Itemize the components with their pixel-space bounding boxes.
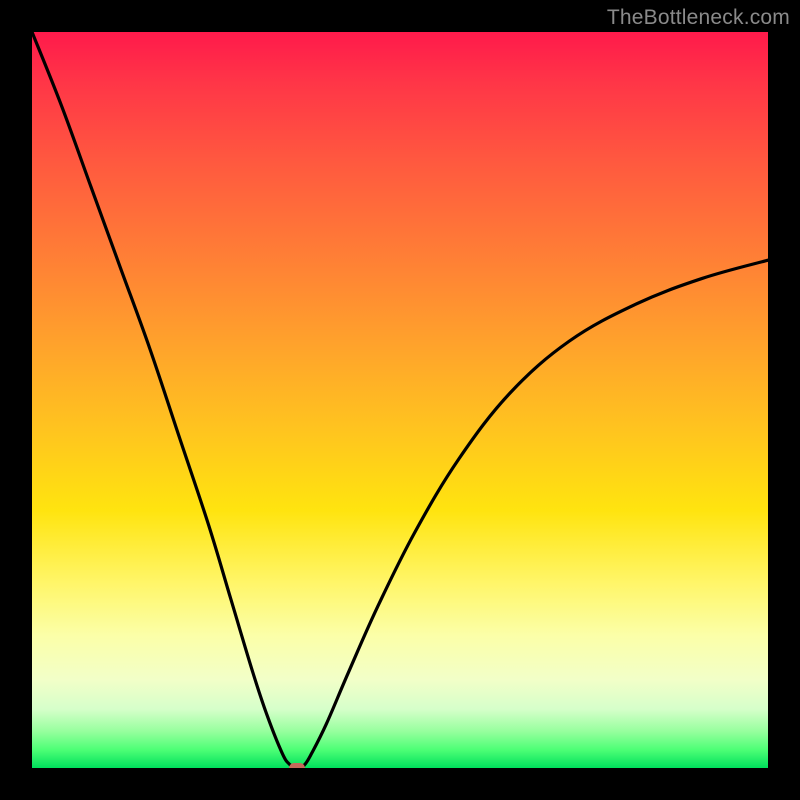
optimum-marker (289, 763, 305, 768)
chart-frame: TheBottleneck.com (0, 0, 800, 800)
curve-svg (32, 32, 768, 768)
watermark-text: TheBottleneck.com (607, 6, 790, 30)
plot-area (32, 32, 768, 768)
bottleneck-curve (32, 32, 768, 768)
